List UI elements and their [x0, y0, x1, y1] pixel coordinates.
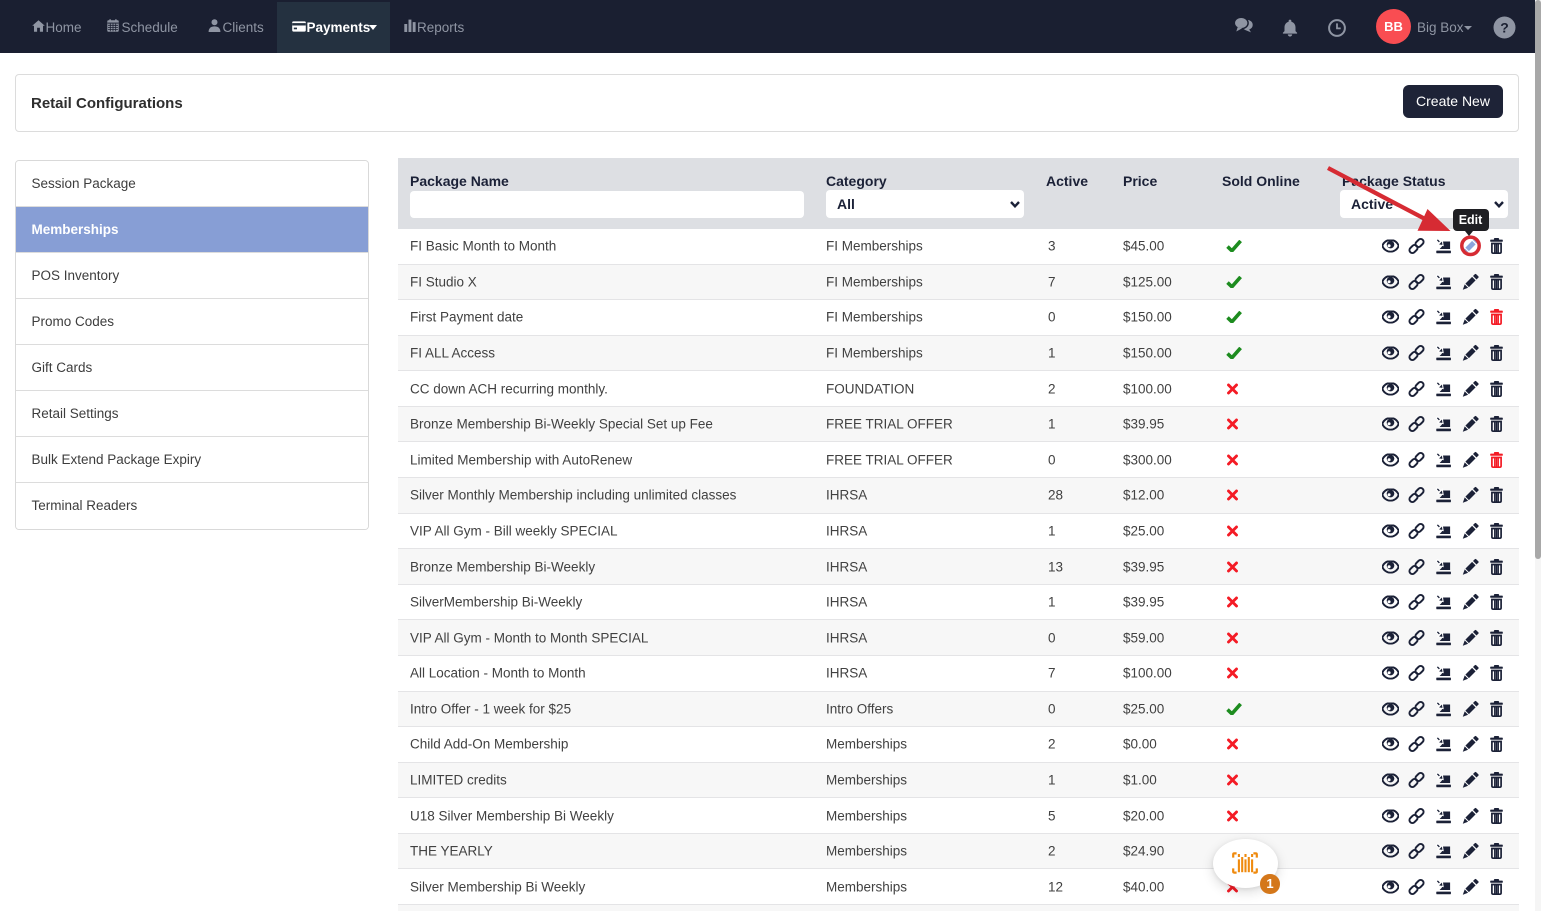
svg-text:?: ? [1500, 19, 1509, 35]
